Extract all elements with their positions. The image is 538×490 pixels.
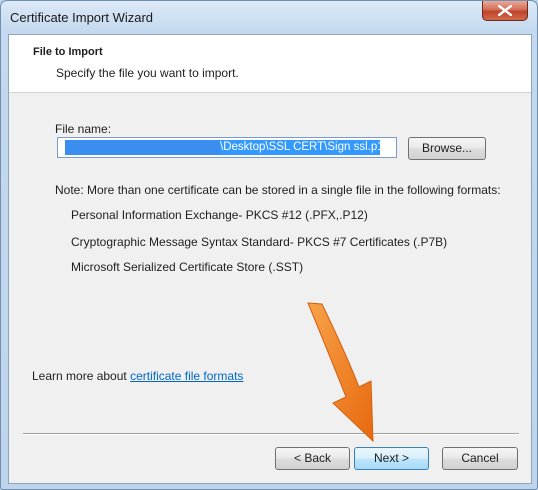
format-item: Cryptographic Message Syntax Standard- P… (71, 235, 448, 249)
format-item: Personal Information Exchange- PKCS #12 … (71, 208, 368, 222)
certificate-formats-link[interactable]: certificate file formats (130, 369, 243, 383)
background-window-edge (1, 1, 537, 8)
file-name-label: File name: (55, 122, 112, 136)
redacted-path (65, 140, 220, 155)
close-icon (498, 5, 512, 16)
format-item: Microsoft Serialized Certificate Store (… (71, 260, 304, 274)
annotation-arrow-icon (307, 302, 374, 443)
divider (23, 433, 519, 435)
window-title: Certificate Import Wizard (10, 10, 154, 25)
page-title: File to Import (33, 46, 103, 58)
formats-note: Note: More than one certificate can be s… (55, 183, 501, 197)
learn-more: Learn more about certificate file format… (32, 369, 243, 383)
browse-button[interactable]: Browse... (408, 137, 486, 160)
cancel-button[interactable]: Cancel (442, 447, 518, 470)
file-path-text: \Desktop\SSL CERT\Sign ssl.p12 (220, 141, 380, 153)
wizard-client-area: File to Import Specify the file you want… (8, 34, 532, 484)
selected-text: \Desktop\SSL CERT\Sign ssl.p12 (65, 140, 380, 155)
close-button[interactable] (482, 1, 528, 21)
page-subtitle: Specify the file you want to import. (56, 66, 239, 80)
wizard-header: File to Import Specify the file you want… (9, 35, 531, 93)
learn-more-prefix: Learn more about (32, 369, 131, 383)
file-name-input[interactable]: \Desktop\SSL CERT\Sign ssl.p12 (57, 137, 397, 158)
wizard-window: Certificate Import Wizard File to Import… (0, 0, 538, 490)
